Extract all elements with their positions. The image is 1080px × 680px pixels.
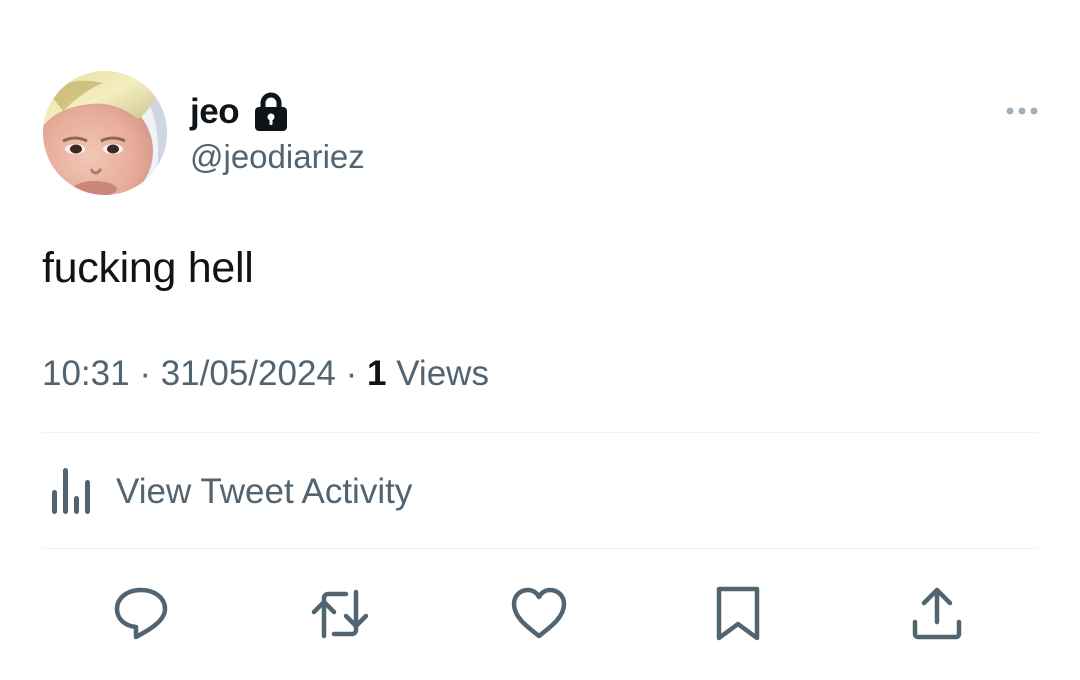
divider	[42, 548, 1038, 549]
tweet-date[interactable]: 31/05/2024	[161, 354, 336, 393]
views-label: Views	[396, 354, 489, 393]
analytics-bars-icon	[42, 466, 98, 518]
bookmark-button[interactable]	[708, 584, 768, 644]
meta-separator: ·	[139, 354, 151, 393]
avatar-photo	[43, 71, 167, 195]
tweet-meta: 10:31 · 31/05/2024 · 1 Views	[42, 354, 489, 394]
meta-separator: ·	[345, 354, 358, 393]
share-button[interactable]	[907, 584, 967, 644]
divider	[42, 432, 1038, 433]
more-options-button[interactable]	[1002, 96, 1042, 126]
heart-icon	[511, 587, 567, 639]
tweet-detail: jeo @jeodiariez fucking hell 10:31 · 31/…	[0, 0, 1080, 680]
handle[interactable]: @jeodiariez	[190, 138, 365, 176]
more-horizontal-icon	[1006, 107, 1038, 115]
author-name-row: jeo	[190, 92, 289, 132]
share-upload-icon	[912, 587, 962, 640]
retweet-button[interactable]	[310, 584, 370, 644]
views-count: 1	[367, 354, 387, 393]
tweet-time[interactable]: 10:31	[42, 354, 130, 393]
view-tweet-activity-label: View Tweet Activity	[116, 472, 413, 511]
lock-icon	[253, 92, 289, 132]
reply-button[interactable]	[111, 584, 171, 644]
bookmark-icon	[716, 586, 760, 641]
reply-bubble-icon	[114, 587, 168, 640]
like-button[interactable]	[509, 584, 569, 644]
retweet-icon	[311, 589, 369, 639]
view-tweet-activity-button[interactable]: View Tweet Activity	[42, 466, 412, 518]
tweet-text: fucking hell	[42, 244, 254, 292]
avatar[interactable]	[43, 71, 167, 195]
display-name[interactable]: jeo	[190, 92, 240, 132]
